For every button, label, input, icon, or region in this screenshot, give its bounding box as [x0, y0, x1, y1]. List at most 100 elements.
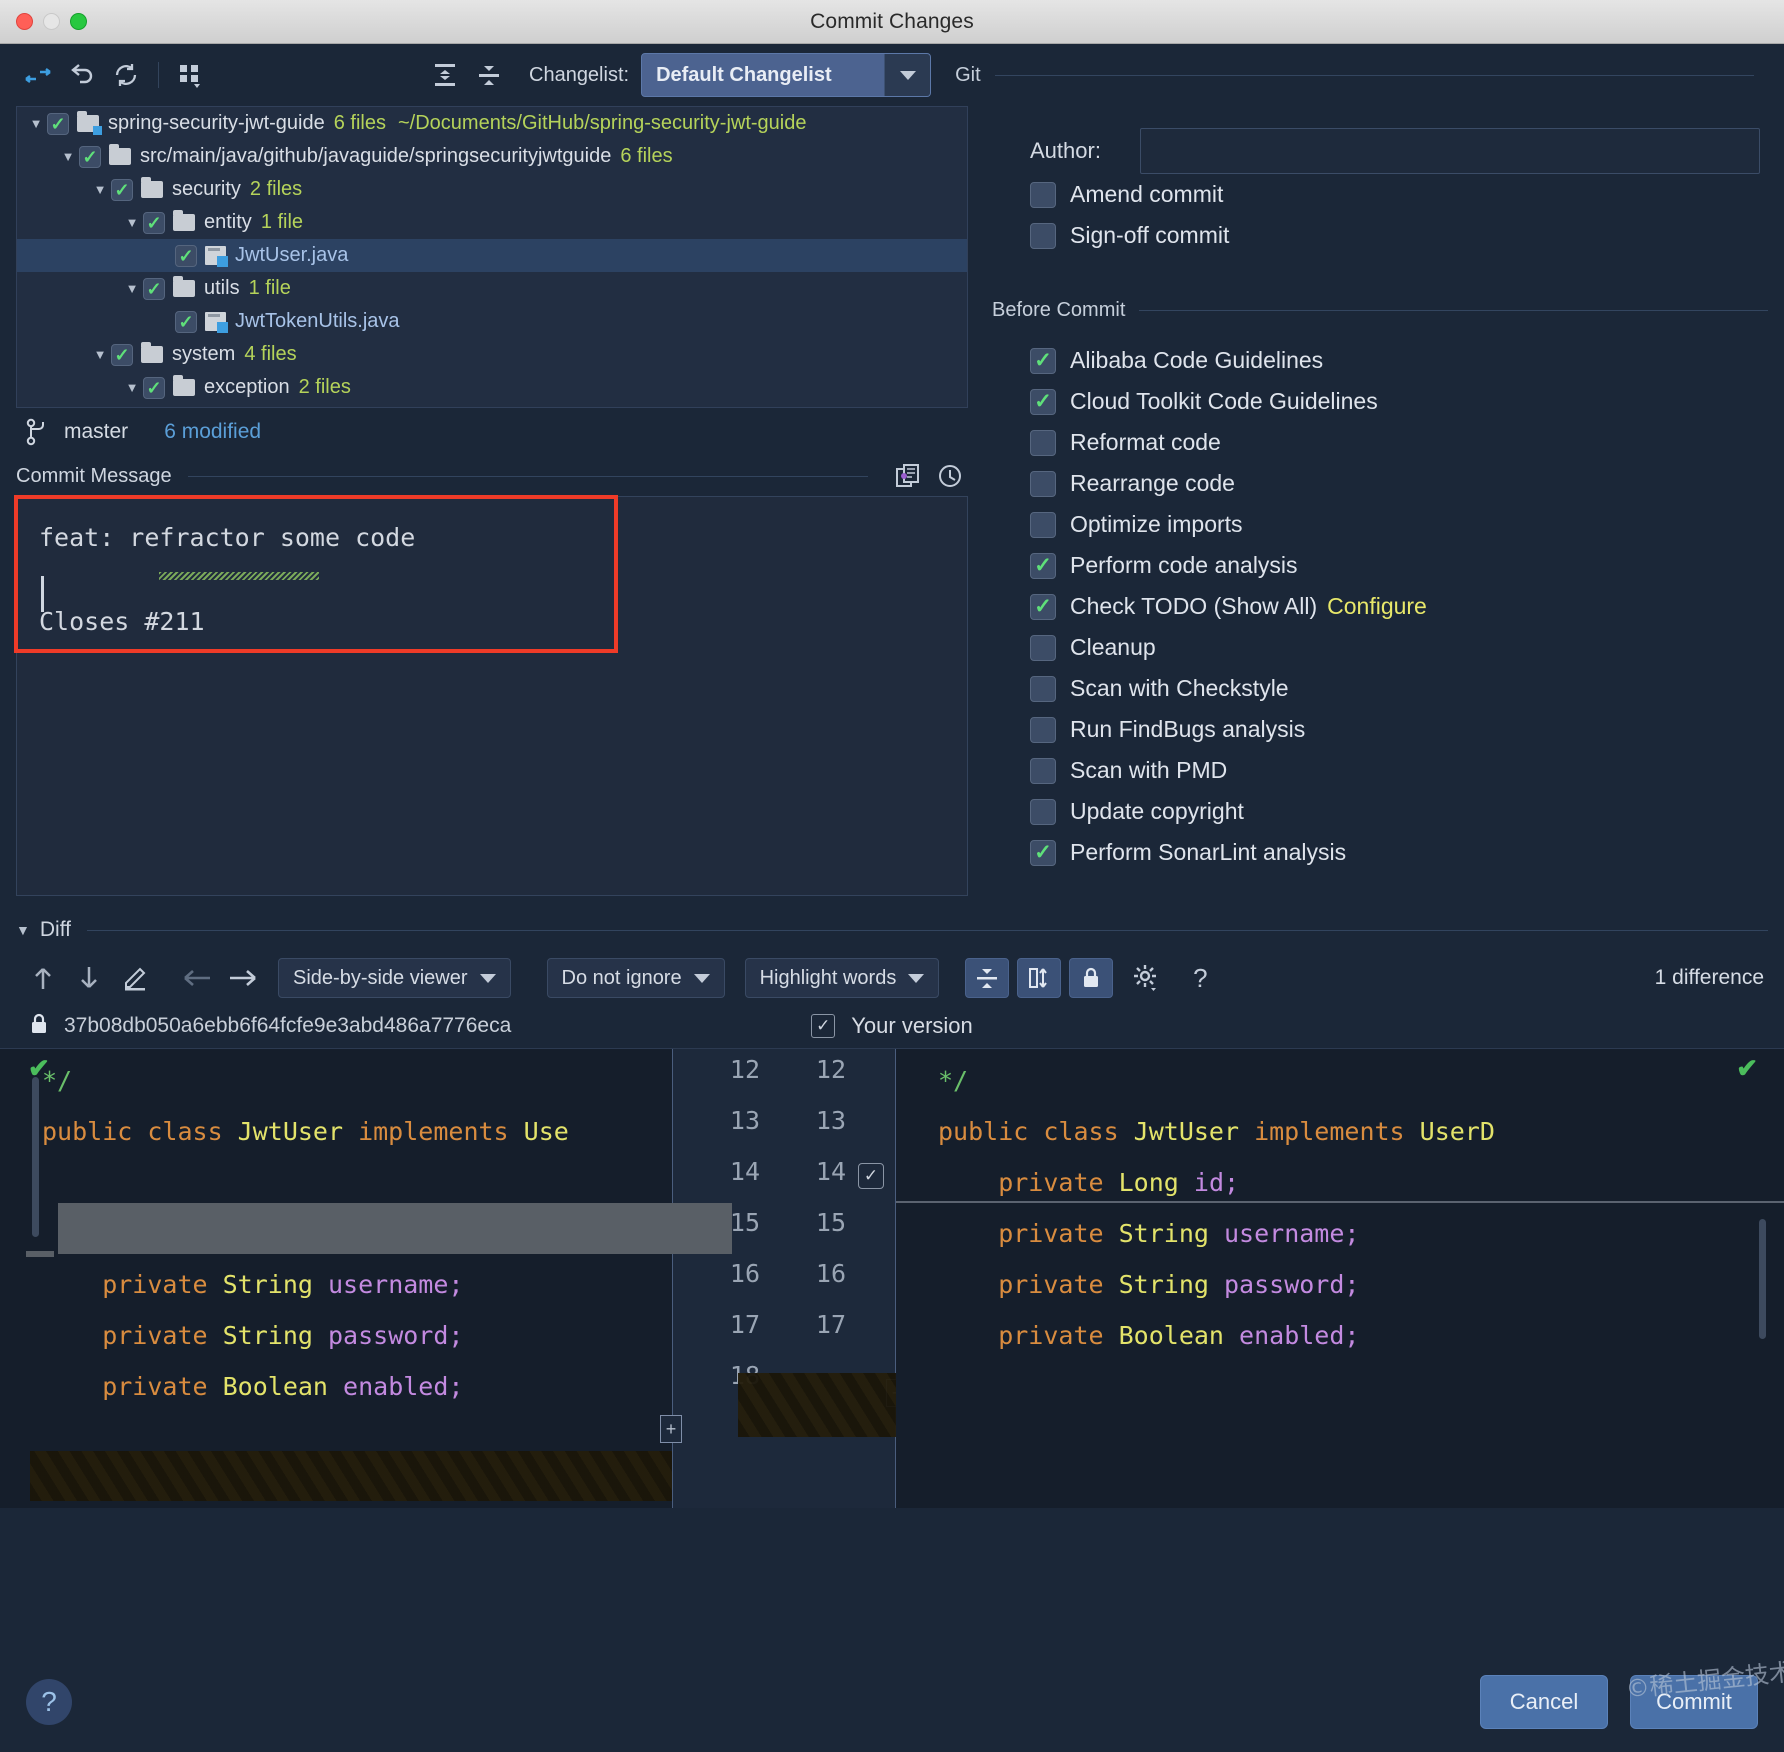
pencil-icon[interactable]: [112, 958, 158, 998]
expand-triangle-icon[interactable]: ▼: [121, 281, 143, 296]
arrow-right-icon[interactable]: [220, 958, 266, 998]
gutter-left-num: 13: [700, 1106, 760, 1135]
chevron-down-icon[interactable]: [884, 54, 930, 96]
option-checkbox[interactable]: [1030, 430, 1056, 456]
option-row-perform-code-analysis[interactable]: Perform code analysis: [1030, 545, 1768, 586]
tree-row-partial[interactable]: [17, 404, 967, 408]
lock-icon[interactable]: [1069, 958, 1113, 998]
option-checkbox[interactable]: [1030, 471, 1056, 497]
accept-change-checkbox[interactable]: ✓: [858, 1163, 884, 1189]
option-checkbox[interactable]: [1030, 553, 1056, 579]
whitespace-dropdown[interactable]: Do not ignore: [547, 958, 725, 998]
tree-checkbox[interactable]: [175, 245, 197, 267]
amend-commit-checkbox[interactable]: [1030, 182, 1056, 208]
option-checkbox[interactable]: [1030, 635, 1056, 661]
commit-message-textarea[interactable]: feat: refractor some code Closes #211: [16, 496, 968, 896]
commit-arrow-icon[interactable]: [16, 55, 60, 95]
expand-triangle-icon[interactable]: ▼: [25, 116, 47, 131]
tree-checkbox[interactable]: [143, 212, 165, 234]
modified-count[interactable]: 6 modified: [164, 420, 261, 444]
arrow-down-icon[interactable]: [66, 958, 112, 998]
tree-row-security[interactable]: ▼ security 2 files: [17, 173, 967, 206]
collapse-unchanged-icon[interactable]: [965, 958, 1009, 998]
tree-row-jwttokenutils[interactable]: JwtTokenUtils.java: [17, 305, 967, 338]
your-version-checkbox[interactable]: ✓: [811, 1014, 835, 1038]
gutter-right-num: 16: [786, 1259, 846, 1288]
gear-icon[interactable]: [1123, 958, 1169, 998]
tree-checkbox[interactable]: [111, 179, 133, 201]
tree-row-project[interactable]: ▼ spring-security-jwt-guide 6 files ~/Do…: [17, 107, 967, 140]
option-row-reformat-code[interactable]: Reformat code: [1030, 422, 1768, 463]
option-row-pmd[interactable]: Scan with PMD: [1030, 750, 1768, 791]
option-checkbox[interactable]: [1030, 594, 1056, 620]
tree-checkbox[interactable]: [47, 113, 69, 135]
sync-scroll-icon[interactable]: [1017, 958, 1061, 998]
option-row-update-copyright[interactable]: Update copyright: [1030, 791, 1768, 832]
option-row-check-todo[interactable]: Check TODO (Show All) Configure: [1030, 586, 1768, 627]
expand-triangle-icon[interactable]: ▼: [89, 182, 111, 197]
option-checkbox[interactable]: [1030, 512, 1056, 538]
tree-checkbox[interactable]: [175, 311, 197, 333]
option-row-cloud-toolkit[interactable]: Cloud Toolkit Code Guidelines: [1030, 381, 1768, 422]
option-checkbox[interactable]: [1030, 389, 1056, 415]
option-checkbox[interactable]: [1030, 676, 1056, 702]
help-button[interactable]: ?: [26, 1679, 72, 1725]
tree-checkbox[interactable]: [143, 278, 165, 300]
option-row-cleanup[interactable]: Cleanup: [1030, 627, 1768, 668]
revert-icon[interactable]: [60, 55, 104, 95]
tree-checkbox[interactable]: [79, 146, 101, 168]
group-by-icon[interactable]: [169, 55, 213, 95]
option-checkbox[interactable]: [1030, 840, 1056, 866]
option-row-checkstyle[interactable]: Scan with Checkstyle: [1030, 668, 1768, 709]
expand-all-icon[interactable]: [423, 55, 467, 95]
diff-section-rule: [87, 930, 1768, 931]
option-checkbox[interactable]: [1030, 348, 1056, 374]
signoff-commit-row[interactable]: Sign-off commit: [1030, 215, 1768, 256]
tree-checkbox[interactable]: [143, 377, 165, 399]
collapse-all-icon[interactable]: [467, 55, 511, 95]
configure-link[interactable]: Configure: [1327, 593, 1427, 620]
option-row-findbugs[interactable]: Run FindBugs analysis: [1030, 709, 1768, 750]
highlight-dropdown[interactable]: Highlight words: [745, 958, 940, 998]
option-checkbox[interactable]: [1030, 717, 1056, 743]
arrow-left-icon[interactable]: [174, 958, 220, 998]
expand-triangle-icon[interactable]: ▼: [89, 347, 111, 362]
changed-files-tree[interactable]: ▼ spring-security-jwt-guide 6 files ~/Do…: [16, 106, 968, 408]
diff-section-header[interactable]: ▼ Diff: [0, 908, 1784, 952]
option-label: Check TODO (Show All): [1070, 593, 1317, 620]
commit-button[interactable]: Commit ©稀土掘金技术社区: [1630, 1675, 1758, 1729]
signoff-commit-checkbox[interactable]: [1030, 223, 1056, 249]
amend-commit-row[interactable]: Amend commit: [1030, 174, 1768, 215]
recent-messages-icon[interactable]: [932, 461, 968, 491]
expand-triangle-icon[interactable]: ▼: [121, 380, 143, 395]
diff-left-pane[interactable]: ✔ */ public class JwtUser implements Use…: [0, 1049, 672, 1508]
collapse-triangle-icon[interactable]: ▼: [16, 922, 30, 938]
expand-triangle-icon[interactable]: ▼: [57, 149, 79, 164]
arrow-up-icon[interactable]: [20, 958, 66, 998]
diff-right-scrollbar[interactable]: [1759, 1219, 1766, 1339]
expand-gap-button-left[interactable]: +: [660, 1415, 682, 1443]
changelist-combobox[interactable]: Default Changelist: [641, 53, 931, 97]
expand-triangle-icon[interactable]: ▼: [121, 215, 143, 230]
paste-history-icon[interactable]: [890, 461, 926, 491]
option-row-sonarlint[interactable]: Perform SonarLint analysis: [1030, 832, 1768, 873]
author-input[interactable]: [1140, 128, 1760, 174]
tree-row-entity[interactable]: ▼ entity 1 file: [17, 206, 967, 239]
tree-checkbox[interactable]: [111, 344, 133, 366]
cancel-button[interactable]: Cancel: [1480, 1675, 1608, 1729]
tree-row-utils[interactable]: ▼ utils 1 file: [17, 272, 967, 305]
option-row-optimize-imports[interactable]: Optimize imports: [1030, 504, 1768, 545]
tree-row-system[interactable]: ▼ system 4 files: [17, 338, 967, 371]
option-checkbox[interactable]: [1030, 758, 1056, 784]
diff-left-scrollbar[interactable]: [32, 1077, 39, 1237]
refresh-icon[interactable]: [104, 55, 148, 95]
tree-row-exception[interactable]: ▼ exception 2 files: [17, 371, 967, 404]
tree-row-package[interactable]: ▼ src/main/java/github/javaguide/springs…: [17, 140, 967, 173]
option-row-rearrange-code[interactable]: Rearrange code: [1030, 463, 1768, 504]
diff-right-pane[interactable]: ✔ */ public class JwtUser implements Use…: [896, 1049, 1784, 1508]
question-icon[interactable]: ?: [1177, 958, 1223, 998]
viewer-mode-dropdown[interactable]: Side-by-side viewer: [278, 958, 511, 998]
option-checkbox[interactable]: [1030, 799, 1056, 825]
tree-row-jwtuser[interactable]: JwtUser.java: [17, 239, 967, 272]
option-row-alibaba[interactable]: Alibaba Code Guidelines: [1030, 340, 1768, 381]
